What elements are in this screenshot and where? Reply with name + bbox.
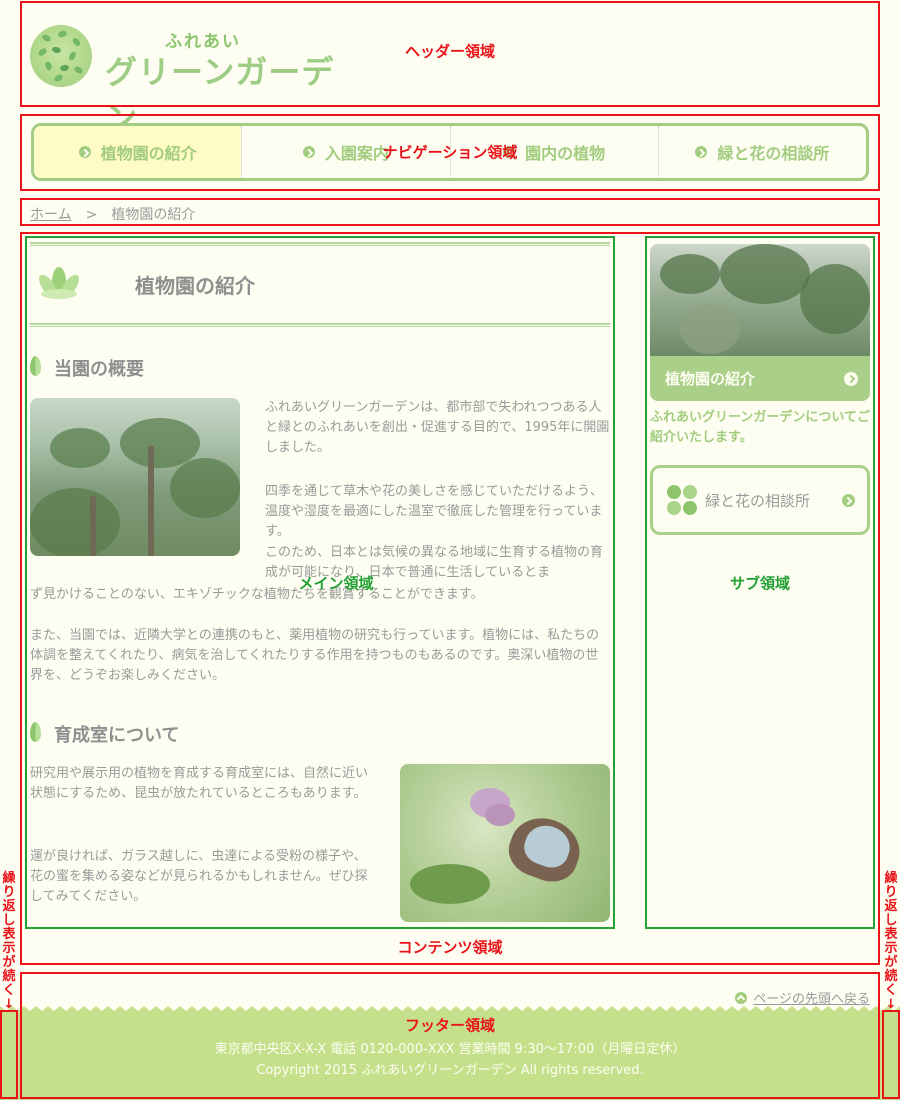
about-banner-button[interactable]: 植物園の紹介 — [650, 356, 870, 401]
arrow-up-circle-icon — [735, 991, 748, 1004]
overview-paragraph-1: ふれあいグリーンガーデンは、都市部で失われつつある人と緑とのふれあいを創出・促進… — [265, 400, 610, 455]
right-repeat-note: 繰り返し表示が続く↓ — [884, 871, 898, 1012]
nav-item-label: 緑と花の相談所 — [717, 144, 830, 163]
title-rule-bottom — [30, 323, 610, 327]
overview-paragraph-3: また、当園では、近隣大学との連携のもと、薬用植物の研究も行っています。植物には、… — [30, 628, 600, 683]
nav-item-label: 園内の植物 — [525, 144, 606, 163]
nav-item-label: 植物園の紹介 — [100, 144, 197, 163]
nursery-paragraph-2: 運が良ければ、ガラス越しに、虫達による受粉の様子や、花の蜜を集める姿などが見られ… — [30, 849, 368, 904]
header-region-label: ヘッダー領域 — [404, 42, 496, 61]
site-logo[interactable]: ふれあい グリーンガーデン — [30, 25, 360, 137]
arrow-circle-icon — [842, 494, 855, 507]
nav-item-about[interactable]: 植物園の紹介 — [34, 126, 242, 178]
section-heading-overview: 当園の概要 — [30, 355, 144, 381]
arrow-circle-icon — [844, 371, 858, 386]
main-region-label: メイン領域 — [298, 574, 374, 593]
arrow-circle-icon — [78, 146, 91, 158]
section-heading-nursery: 育成室について — [30, 721, 179, 747]
arrow-circle-icon — [302, 146, 315, 158]
consultation-banner[interactable]: 緑と花の相談所 — [650, 465, 870, 535]
about-banner-description: ふれあいグリーンガーデンについてご紹介いたします。 — [650, 410, 870, 445]
breadcrumb-home-link[interactable]: ホーム — [30, 207, 72, 223]
nav-item-consult[interactable]: 緑と花の相談所 — [657, 126, 866, 178]
arrow-circle-icon — [695, 146, 708, 158]
about-banner[interactable]: 植物園の紹介 — [650, 244, 870, 401]
butterfly-photo — [400, 764, 610, 922]
breadcrumb: ホーム > 植物園の紹介 — [30, 204, 195, 224]
leaf-emblem-icon — [30, 25, 92, 87]
sub-region-label: サブ領域 — [729, 574, 791, 593]
footer-copyright: Copyright 2015 ふれあいグリーンガーデン All rights r… — [256, 1063, 644, 1078]
leaf-icon — [30, 356, 41, 376]
footer-address: 東京都中央区X-X-X 電話 0120-000-XXX 営業時間 9:30～17… — [214, 1042, 686, 1057]
left-repeat-note: 繰り返し表示が続く↓ — [2, 871, 16, 1012]
clover-icon — [667, 485, 697, 515]
footer-region-label: フッター領域 — [404, 1016, 496, 1035]
breadcrumb-separator: > — [85, 207, 98, 223]
greenhouse-banner-photo — [650, 244, 870, 356]
content-region-label: コンテンツ領域 — [397, 938, 503, 957]
nursery-paragraph-1: 研究用や展示用の植物を育成する育成室には、自然に近い状態にするため、昆虫が放たれ… — [30, 766, 369, 801]
overview-paragraph-2a: 四季を通じて草木や花の美しさを感じていただけるよう、温度や湿度を最適にした温室で… — [265, 484, 604, 539]
nav-item-label: 入園案内 — [324, 144, 389, 163]
leaf-icon — [30, 722, 41, 742]
about-banner-label: 植物園の紹介 — [665, 370, 756, 388]
consultation-label: 緑と花の相談所 — [705, 491, 811, 510]
nav-region-label: ナビゲーション領域 — [382, 143, 518, 162]
breadcrumb-current: 植物園の紹介 — [111, 207, 196, 223]
greenhouse-photo — [30, 398, 240, 556]
page-title: 植物園の紹介 — [135, 274, 255, 298]
title-rule-top — [30, 242, 610, 246]
lotus-icon — [39, 267, 79, 299]
